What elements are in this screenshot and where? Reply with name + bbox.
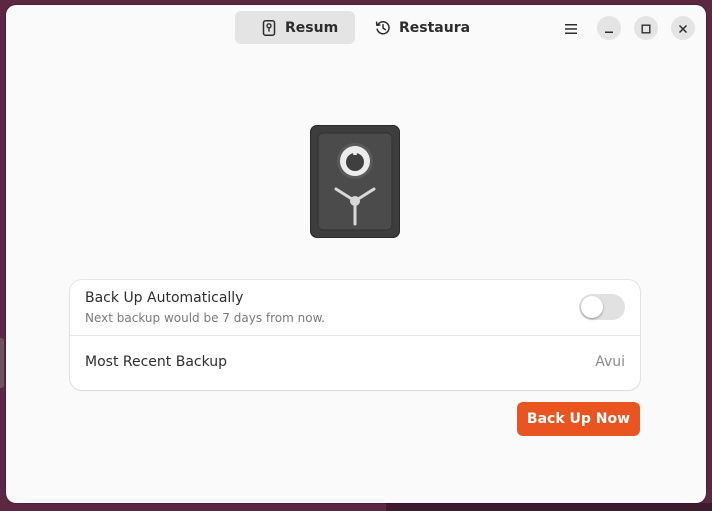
desktop-edge xyxy=(0,338,4,388)
desktop-panel-edge xyxy=(386,503,712,511)
safe-vault-icon xyxy=(310,125,400,238)
back-up-now-button[interactable]: Back Up Now xyxy=(517,402,640,436)
auto-backup-subtitle: Next backup would be 7 days from now. xyxy=(85,311,326,325)
minimize-button[interactable] xyxy=(597,16,621,40)
tab-overview[interactable]: Resum xyxy=(235,11,355,44)
recent-backup-value: Avui xyxy=(595,354,625,370)
toggle-knob xyxy=(581,296,603,318)
auto-backup-toggle[interactable] xyxy=(579,294,625,320)
tab-overview-label: Resum xyxy=(285,19,339,36)
close-button[interactable] xyxy=(671,16,695,40)
close-icon xyxy=(678,19,688,38)
auto-backup-row[interactable]: Back Up Automatically Next backup would … xyxy=(70,280,640,335)
hamburger-menu-icon xyxy=(565,19,577,38)
header-bar: Resum Restaura xyxy=(6,5,706,49)
recent-backup-row: Most Recent Backup Avui xyxy=(70,336,640,390)
auto-backup-title: Back Up Automatically xyxy=(85,290,244,306)
backup-settings-card: Back Up Automatically Next backup would … xyxy=(70,280,640,390)
minimize-icon xyxy=(604,19,614,38)
history-icon xyxy=(375,20,391,36)
safe-icon xyxy=(261,19,277,36)
app-window: Resum Restaura Back Up Automatically Nex… xyxy=(6,5,706,503)
tab-restore[interactable]: Restaura xyxy=(365,11,475,44)
main-menu-button[interactable] xyxy=(557,14,585,42)
maximize-icon xyxy=(641,19,651,38)
maximize-button[interactable] xyxy=(634,16,658,40)
recent-backup-title: Most Recent Backup xyxy=(85,354,228,370)
tab-restore-label: Restaura xyxy=(399,19,471,36)
